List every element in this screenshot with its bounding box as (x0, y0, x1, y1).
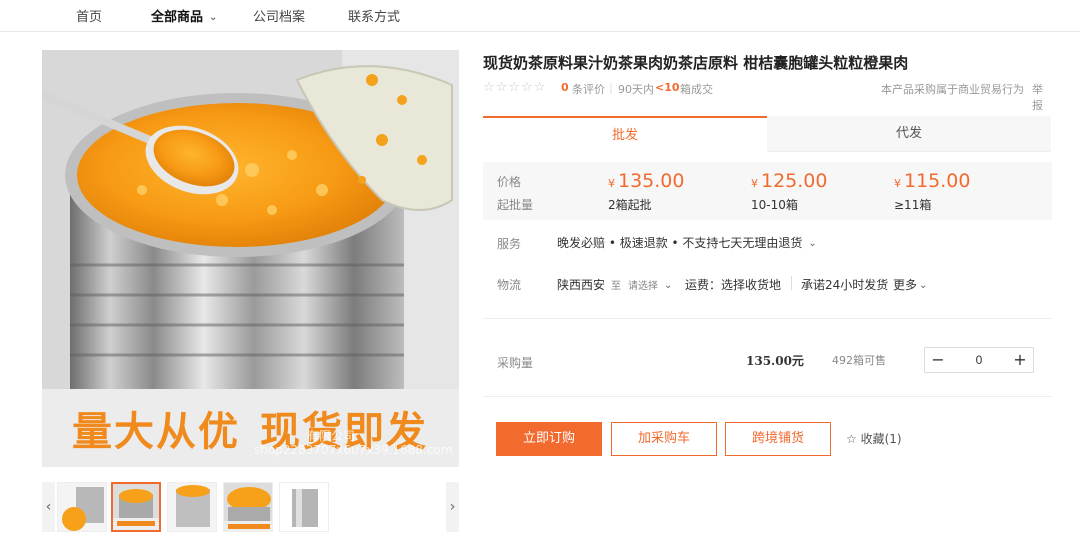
price-tier-1: ¥135.00 (608, 170, 684, 192)
watermark-company: 有限公司 (307, 429, 356, 443)
report-link[interactable]: 举报 (1032, 81, 1053, 113)
watermark-shop-url: shop2283707x6u7x39.1688.com (254, 443, 453, 457)
service-guarantees[interactable]: 晚发必赔 • 极速退款 • 不支持七天无理由退货 ⌄ (557, 234, 817, 251)
currency-symbol: ¥ (751, 177, 758, 190)
sold-period-label: 90天内 (618, 83, 654, 96)
thumbnail-image-3 (168, 483, 216, 531)
nav-home[interactable]: 首页 (76, 6, 102, 25)
chevron-down-icon: ⌄ (664, 280, 673, 291)
logistics-label: 物流 (497, 278, 522, 292)
tab-dropship[interactable]: 代发 (767, 116, 1051, 152)
favorite-label: 收藏(1) (860, 432, 902, 446)
shipping-fee: 运费：选择收货地 (685, 278, 782, 292)
chevron-down-icon: ⌄ (808, 238, 817, 249)
quantity-stepper: − + (924, 347, 1034, 373)
top-nav: 首页 全部商品 ⌄ 公司档案 联系方式 (0, 0, 1080, 32)
chevron-left-icon: ‹ (45, 499, 52, 515)
sold-count: <10 (655, 81, 680, 94)
qty-tier-1: 2箱起批 (608, 198, 652, 212)
divider (483, 318, 1052, 319)
more-label: 更多 (893, 278, 918, 292)
unit-price: 135.00元 (746, 354, 804, 368)
thumbnail-2[interactable] (111, 482, 161, 532)
thumbnail-5[interactable] (279, 482, 329, 532)
product-title: 现货奶茶原料果汁奶茶果肉奶茶店原料 柑桔囊胞罐头粒粒橙果肉 (483, 54, 909, 72)
thumbnail-1[interactable] (57, 482, 107, 532)
thumb-next-button[interactable]: › (446, 482, 459, 532)
service-text: 晚发必赔 • 极速退款 • 不支持七天无理由退货 (557, 236, 803, 250)
thumbnail-3[interactable] (167, 482, 217, 532)
banner-left-text: 量大从优 (72, 409, 240, 455)
trade-note: 本产品采购属于商业贸易行为 (881, 83, 1024, 96)
thumbnail-4[interactable] (223, 482, 273, 532)
stock-available: 492箱可售 (832, 354, 886, 367)
nav-all-products[interactable]: 全部商品 ⌄ (151, 6, 217, 25)
tab-wholesale[interactable]: 批发 (483, 116, 767, 152)
ship-to-label: 至 (611, 281, 621, 292)
review-label[interactable]: 条评价 (572, 81, 605, 97)
purchase-qty-label: 采购量 (497, 356, 534, 370)
cross-border-button[interactable]: 跨境铺货 (725, 422, 831, 456)
price-tier-2: ¥125.00 (751, 170, 827, 192)
price-label: 价格 (497, 175, 522, 189)
service-label: 服务 (497, 237, 522, 251)
price-tier-3: ¥115.00 (894, 170, 970, 192)
divider (483, 396, 1052, 397)
thumbnail-image-1 (58, 483, 106, 531)
chevron-down-icon: ⌄ (919, 280, 928, 291)
currency-symbol: ¥ (894, 177, 901, 190)
favorite-button[interactable]: ☆ 收藏(1) (846, 430, 902, 447)
nav-company-profile[interactable]: 公司档案 (253, 6, 305, 25)
order-now-button[interactable]: 立即订购 (496, 422, 602, 456)
destination-placeholder: 请选择 (628, 281, 658, 292)
star-icon: ☆☆☆☆☆ (483, 80, 547, 95)
add-to-cart-button[interactable]: 加采购车 (611, 422, 717, 456)
thumbnail-image-5 (280, 483, 328, 531)
destination-select[interactable]: 请选择 ⌄ (628, 277, 672, 292)
thumbnail-image-4 (224, 483, 272, 531)
decrease-button[interactable]: − (925, 348, 951, 372)
min-qty-label: 起批量 (497, 198, 534, 212)
nav-all-products-label: 全部商品 (151, 10, 204, 25)
purchase-mode-tabs: 批发 代发 (483, 116, 1052, 152)
increase-button[interactable]: + (1007, 348, 1033, 372)
thumbnail-image-2 (113, 484, 159, 530)
qty-tier-2: 10-10箱 (751, 198, 798, 212)
currency-symbol: ¥ (608, 177, 615, 190)
price-tier-2-value: 125.00 (761, 170, 828, 192)
chevron-right-icon: › (449, 499, 456, 515)
ship-promise: 承诺24小时发货 (801, 278, 889, 292)
ship-origin: 陕西西安 (557, 278, 606, 292)
chevron-down-icon: ⌄ (209, 12, 218, 23)
divider: | (609, 81, 613, 94)
main-product-image[interactable]: 量大从优 现货即发 有限公司 shop2283707x6u7x39.1688.c… (42, 50, 459, 467)
price-box: 价格 起批量 ¥135.00 2箱起批 ¥125.00 10-10箱 ¥115.… (483, 162, 1052, 220)
sold-unit: 箱成交 (680, 83, 713, 96)
thumb-prev-button[interactable]: ‹ (42, 482, 55, 532)
divider (791, 276, 792, 290)
review-count[interactable]: 0 (561, 81, 569, 94)
quantity-input[interactable] (951, 348, 1007, 372)
price-tier-3-value: 115.00 (904, 170, 971, 192)
more-logistics[interactable]: 更多 ⌄ (893, 276, 927, 293)
qty-tier-3: ≥11箱 (894, 198, 932, 212)
price-tier-1-value: 135.00 (618, 170, 685, 192)
star-icon: ☆ (846, 432, 857, 446)
nav-contact[interactable]: 联系方式 (348, 6, 400, 25)
rating-row: ☆☆☆☆☆ 0 条评价 | 90天内 <10 箱成交 本产品采购属于商业贸易行为… (483, 80, 1053, 112)
